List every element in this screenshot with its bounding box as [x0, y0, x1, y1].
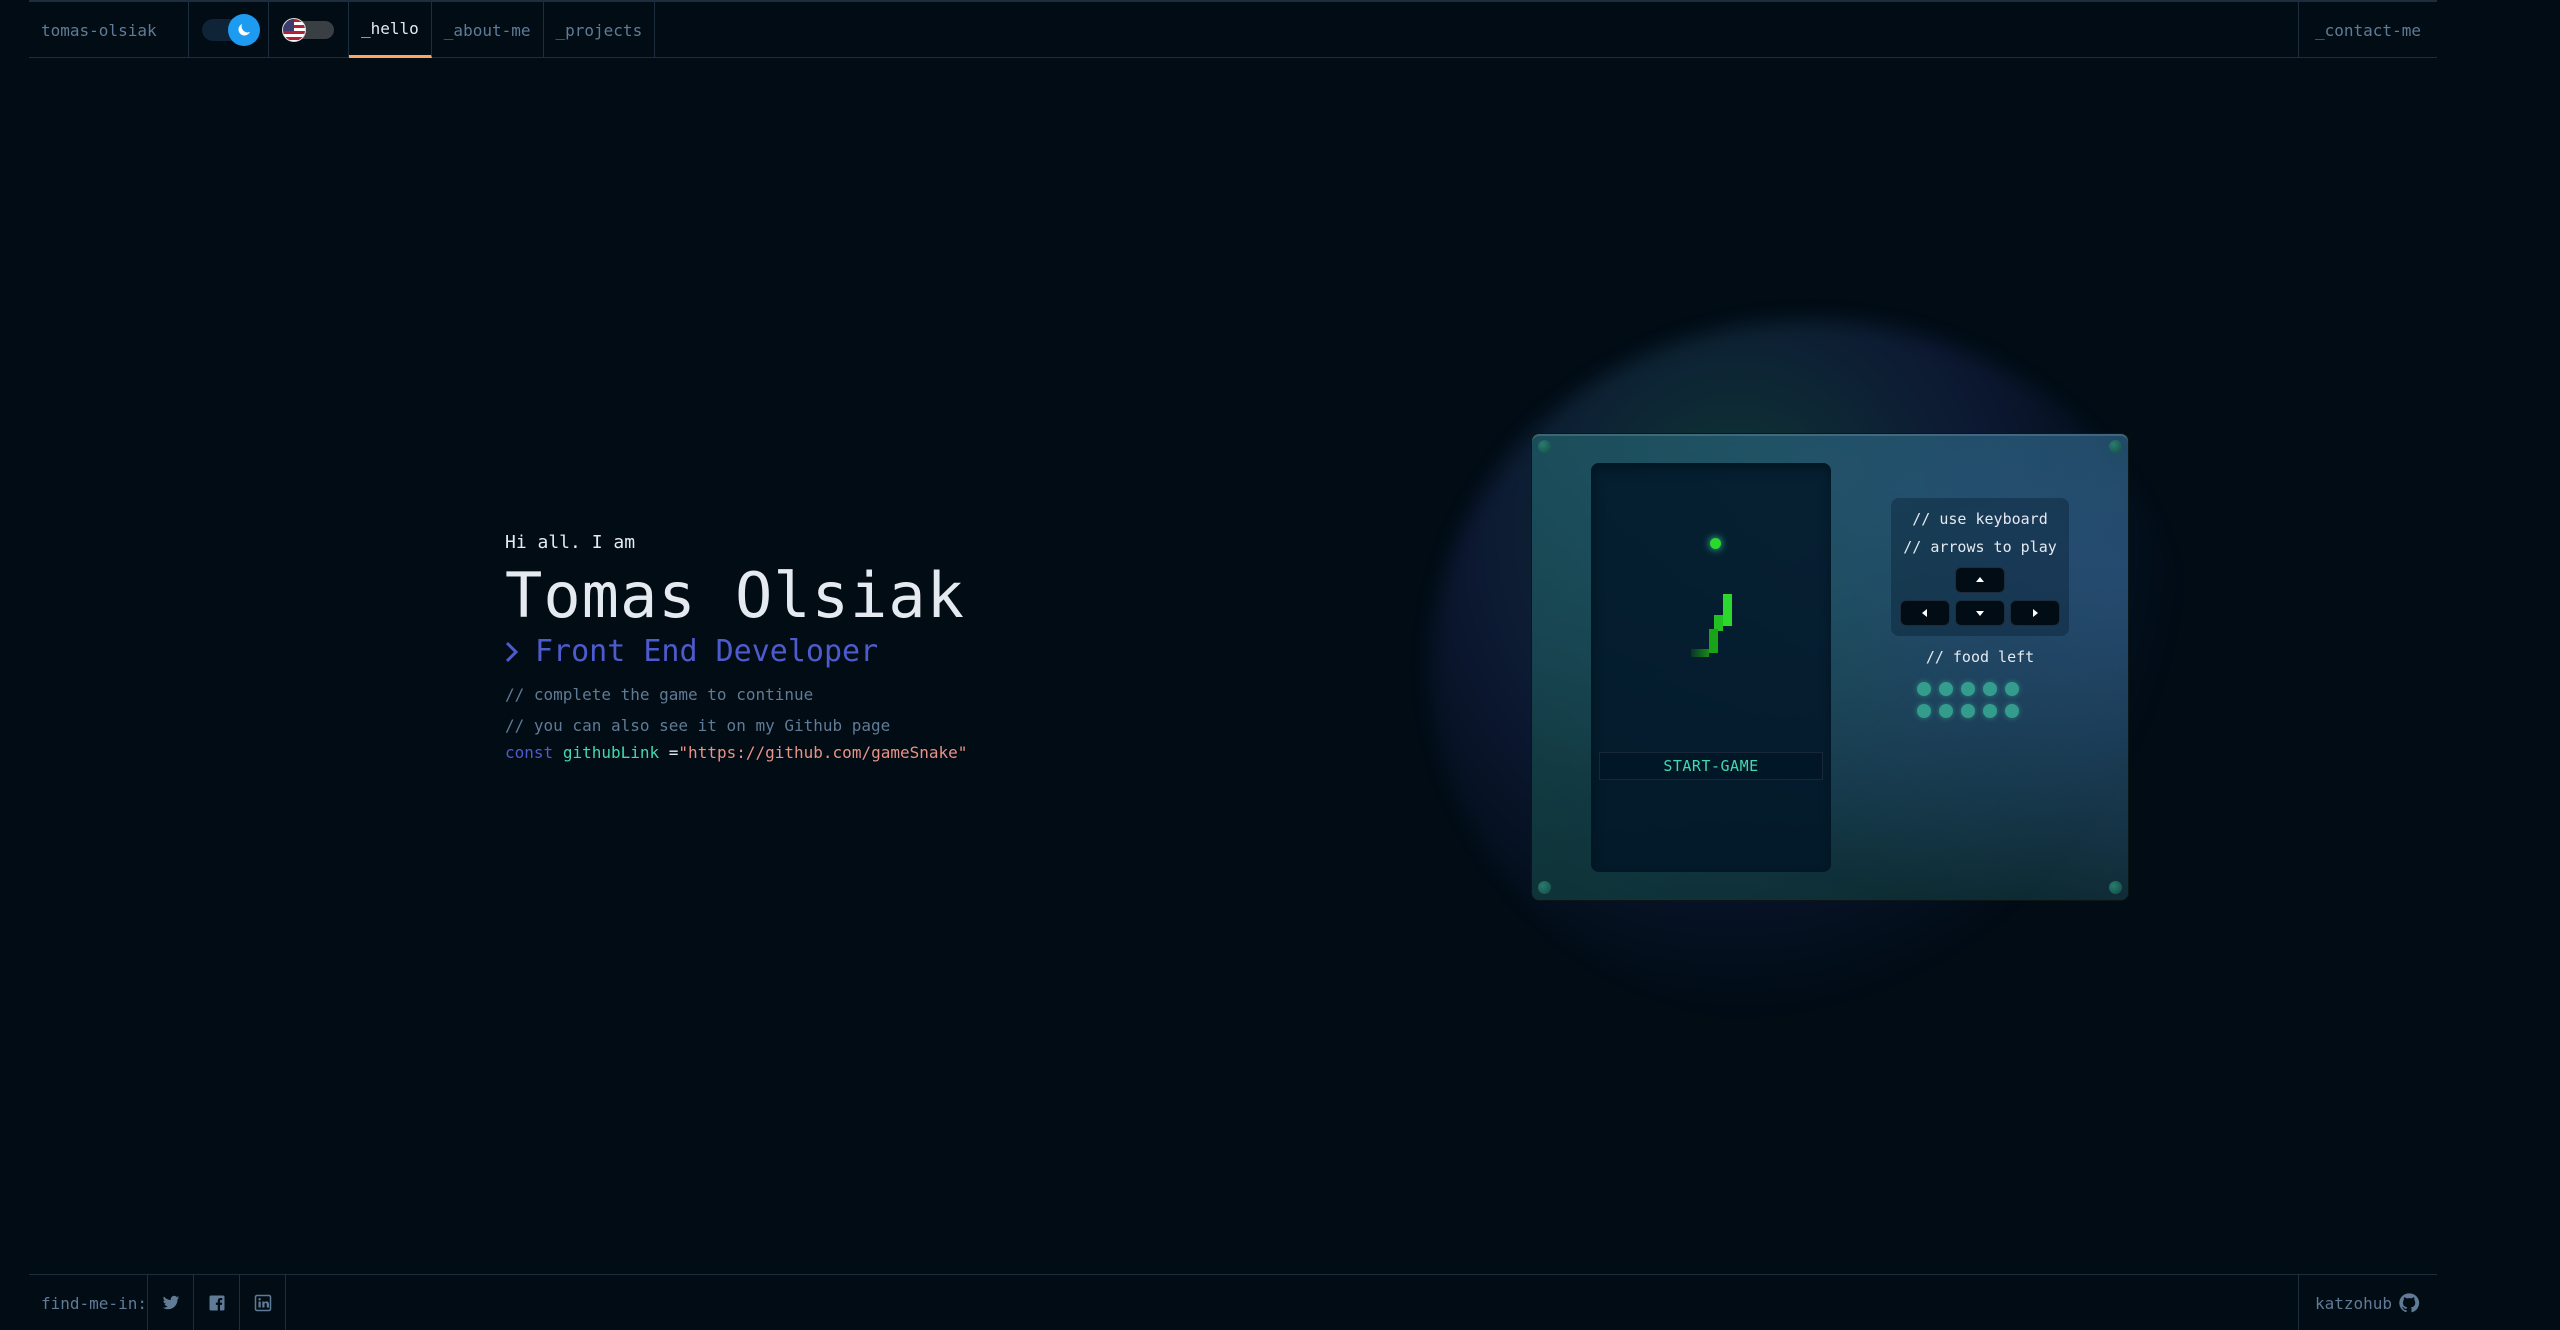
footer: find-me-in: katzohub: [29, 1274, 2437, 1330]
find-me-in-label: find-me-in:: [29, 1275, 148, 1330]
nav-spacer: [655, 2, 2299, 57]
arrow-up-icon: [1976, 577, 1984, 582]
food-dot: [1917, 682, 1931, 696]
food-dot: [2005, 682, 2019, 696]
moon-icon: [227, 14, 260, 46]
footer-spacer: [286, 1275, 2299, 1330]
github-username: katzohub: [2315, 1293, 2393, 1313]
snake-head: [1723, 594, 1732, 626]
food-left-indicator: [1917, 682, 2027, 718]
instructions-panel: // use keyboard // arrows to play: [1891, 498, 2069, 636]
theme-switch[interactable]: [201, 14, 260, 46]
hero-section: Hi all. I am Tomas Olsiak Front End Deve…: [505, 532, 967, 762]
food-dot: [1917, 704, 1931, 718]
food-dot: [1939, 682, 1953, 696]
tab-contact-me[interactable]: _contact-me: [2299, 2, 2437, 58]
food-dot: [1961, 704, 1975, 718]
food-dot: [1983, 682, 1997, 696]
food-dot: [1939, 704, 1953, 718]
language-toggle[interactable]: [269, 2, 349, 58]
tab-projects[interactable]: _projects: [544, 2, 656, 58]
page-title: Tomas Olsiak: [505, 559, 965, 632]
facebook-icon: [209, 1295, 224, 1311]
bolt-icon: [2109, 881, 2122, 894]
food-left-label: // food left: [1925, 648, 2035, 666]
us-flag-icon: [281, 18, 306, 42]
snake-segment: [1709, 629, 1718, 653]
arrow-down-button[interactable]: [1955, 600, 2005, 626]
twitter-link[interactable]: [148, 1275, 194, 1330]
language-switch[interactable]: [281, 18, 334, 42]
bolt-icon: [1538, 440, 1551, 453]
game-screen[interactable]: START-GAME: [1591, 463, 1831, 872]
arrow-left-button[interactable]: [1900, 600, 1950, 626]
arrow-right-button[interactable]: [2010, 600, 2060, 626]
arrow-up-button[interactable]: [1955, 567, 2005, 593]
snake-game-board: START-GAME // use keyboard // arrows to …: [1531, 433, 2129, 901]
github-link-string[interactable]: "https://github.com/gameSnake": [678, 743, 967, 762]
start-game-button[interactable]: START-GAME: [1599, 752, 1823, 780]
code-keyword: const: [505, 743, 554, 762]
tab-about-me[interactable]: _about-me: [432, 2, 544, 58]
bolt-icon: [1538, 881, 1551, 894]
arrow-left-icon: [1922, 609, 1927, 617]
facebook-link[interactable]: [194, 1275, 240, 1330]
snake-tail: [1691, 649, 1709, 657]
role-line: Front End Developer: [505, 634, 967, 669]
twitter-icon: [162, 1295, 179, 1310]
food-dot: [1983, 704, 1997, 718]
tab-hello[interactable]: _hello: [349, 2, 432, 58]
snake-food: [1710, 538, 1721, 549]
comment-line: // complete the game to continue: [505, 685, 814, 704]
code-equals: =: [668, 743, 679, 762]
arrow-right-icon: [2033, 609, 2038, 617]
food-dot: [2005, 704, 2019, 718]
bolt-icon: [2109, 440, 2122, 453]
role-title: Front End Developer: [535, 634, 879, 669]
code-line: const githubLink ="https://github.com/ga…: [505, 743, 967, 762]
linkedin-link[interactable]: [240, 1275, 286, 1330]
arrow-down-icon: [1976, 611, 1984, 616]
theme-toggle[interactable]: [189, 2, 269, 58]
github-icon: [2399, 1293, 2420, 1313]
comment-line: // you can also see it on my Github page: [505, 716, 891, 735]
brand-name[interactable]: tomas-olsiak: [29, 2, 189, 58]
instruction-line: // use keyboard: [1912, 510, 2048, 528]
instruction-line: // arrows to play: [1903, 538, 2057, 556]
linkedin-icon: [254, 1294, 271, 1312]
greeting: Hi all. I am: [505, 532, 636, 553]
code-variable: githubLink: [562, 743, 660, 762]
top-navbar: tomas-olsiak _hello _about-me _projects …: [29, 0, 2437, 58]
food-dot: [1961, 682, 1975, 696]
github-link[interactable]: katzohub: [2299, 1275, 2437, 1330]
chevron-right-icon: [505, 641, 519, 662]
